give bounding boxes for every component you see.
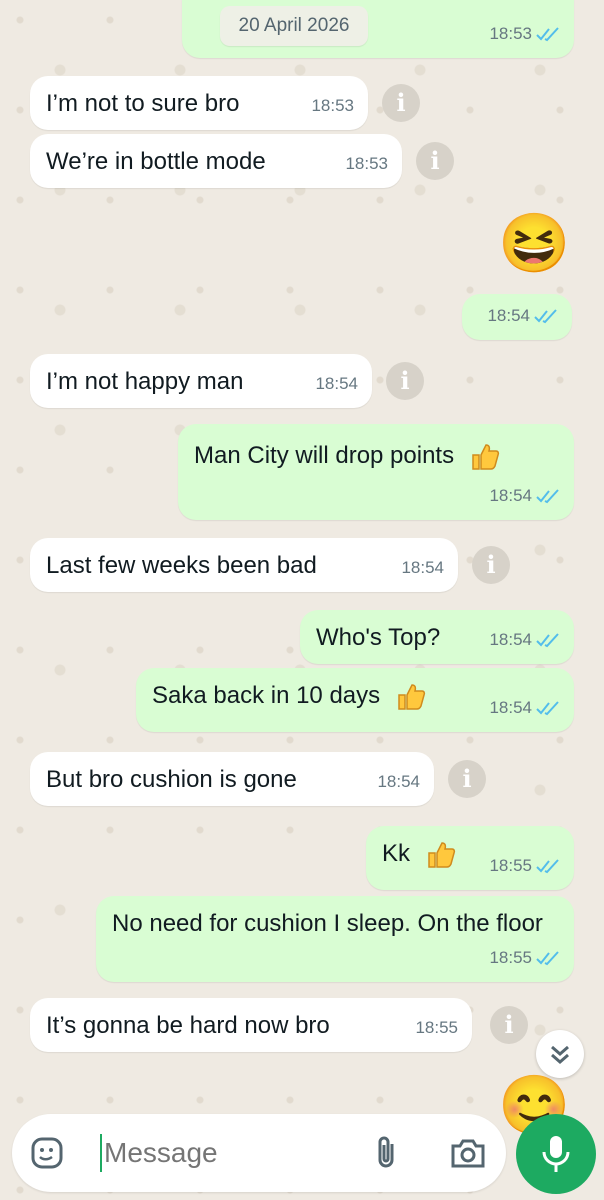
info-icon[interactable]: i (386, 362, 424, 400)
message-bubble-incoming[interactable]: I’m not to sure bro 18:53 (30, 76, 368, 130)
message-bubble-outgoing[interactable]: Who's Top? 18:54 (300, 610, 574, 664)
message-input[interactable] (102, 1130, 376, 1176)
message-time: 18:55 (415, 1018, 458, 1037)
thumbs-up-emoji-icon (398, 683, 425, 710)
message-bubble-outgoing[interactable]: No need for cushion I sleep. On the floo… (96, 896, 574, 982)
emoji-message: 😆 (498, 211, 571, 276)
message-bubble-outgoing[interactable]: 18:54 (462, 294, 572, 340)
message-text: It’s gonna be hard now bro (46, 1012, 330, 1039)
message-text: No need for cushion I sleep. On the floo… (112, 910, 543, 937)
message-time: 18:54 (377, 772, 420, 791)
message-bubble-outgoing[interactable]: Man City will drop points 18:54 (178, 424, 574, 520)
message-text: I’m not happy man (46, 368, 244, 395)
message-text: We’re in bottle mode (46, 148, 266, 175)
message-text: Who's Top? (316, 624, 441, 651)
message-text: I’m not to sure bro (46, 90, 240, 117)
message-bubble-incoming[interactable]: I’m not happy man 18:54 (30, 354, 372, 408)
message-time: 18:54 (315, 374, 358, 393)
info-icon[interactable]: i (416, 142, 454, 180)
message-composer (12, 1114, 506, 1192)
read-ticks-icon (536, 489, 559, 504)
mic-icon (542, 1136, 570, 1172)
message-time: 18:54 (487, 300, 558, 332)
message-time: 18:54 (401, 558, 444, 577)
scroll-to-bottom-button[interactable] (536, 1030, 584, 1078)
info-icon[interactable]: i (490, 1006, 528, 1044)
sticker-icon[interactable] (30, 1136, 64, 1170)
camera-icon[interactable] (450, 1136, 486, 1170)
date-badge: 20 April 2026 (220, 6, 368, 46)
thumbs-up-emoji-icon (472, 443, 499, 470)
message-time: 18:55 (489, 850, 560, 882)
info-icon[interactable]: i (448, 760, 486, 798)
message-text: Saka back in 10 days (152, 682, 381, 709)
double-chevron-down-icon (551, 1045, 569, 1064)
message-bubble-incoming[interactable]: We’re in bottle mode 18:53 (30, 134, 402, 188)
message-time: 18:53 (345, 154, 388, 173)
read-ticks-icon (536, 633, 559, 648)
message-bubble-incoming[interactable]: It’s gonna be hard now bro 18:55 (30, 998, 472, 1052)
message-time: 18:53 (311, 96, 354, 115)
read-ticks-icon (536, 859, 559, 874)
message-bubble-outgoing[interactable]: Kk 18:55 (366, 826, 574, 890)
message-text: Man City will drop points (194, 442, 455, 469)
read-ticks-icon (536, 701, 559, 716)
read-ticks-icon (534, 309, 557, 324)
message-bubble-incoming[interactable]: Last few weeks been bad 18:54 (30, 538, 458, 592)
paperclip-icon[interactable] (372, 1134, 402, 1172)
message-time: 18:54 (489, 480, 560, 512)
thumbs-up-emoji-icon (427, 841, 455, 868)
message-bubble-outgoing[interactable]: Saka back in 10 days 18:54 (136, 668, 574, 732)
message-time: 18:54 (489, 692, 560, 724)
message-time: 18:55 (489, 942, 560, 974)
message-text: Kk (382, 840, 411, 867)
info-icon[interactable]: i (382, 84, 420, 122)
message-bubble-incoming[interactable]: But bro cushion is gone 18:54 (30, 752, 434, 806)
read-ticks-icon (536, 951, 559, 966)
message-text: But bro cushion is gone (46, 766, 297, 793)
message-text: Last few weeks been bad (46, 552, 317, 579)
message-time: 18:53 (489, 18, 560, 50)
read-ticks-icon (536, 27, 559, 42)
info-icon[interactable]: i (472, 546, 510, 584)
mic-button[interactable] (516, 1114, 596, 1194)
message-time: 18:54 (489, 624, 560, 656)
